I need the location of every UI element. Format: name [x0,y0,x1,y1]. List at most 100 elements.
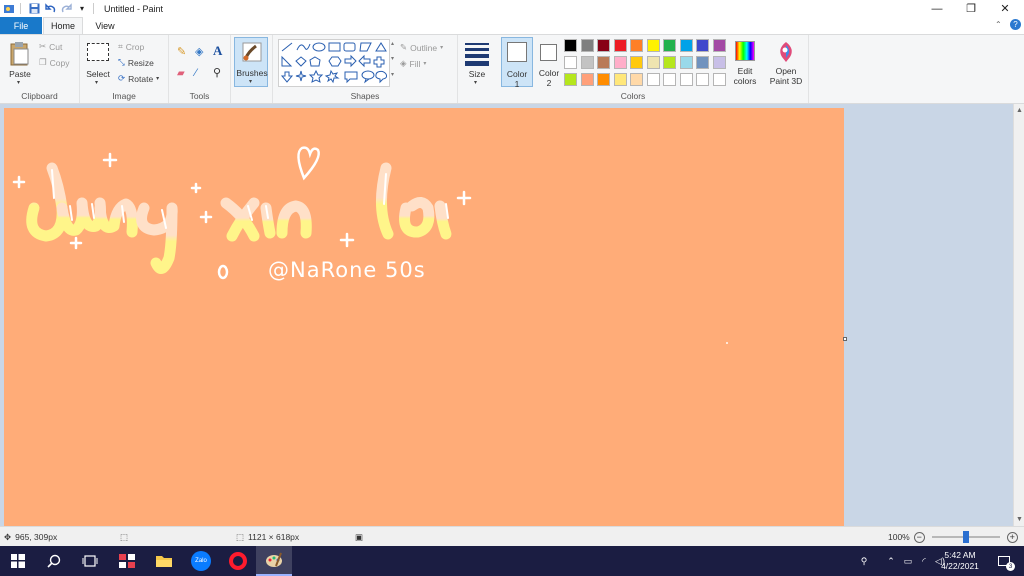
shapes-gallery[interactable] [278,39,390,87]
select-button[interactable]: Select ▾ [84,39,112,89]
color-swatch[interactable] [712,73,726,86]
rotate-button[interactable]: ⟳ Rotate ▾ [118,73,159,84]
cut-label: Cut [49,41,63,52]
color-swatch[interactable] [663,56,676,69]
ribbon-tabs: File Home View ⌃ ? [0,17,1024,34]
color-swatch[interactable] [597,73,610,86]
restore-button[interactable]: ❐ [954,0,988,17]
paste-button[interactable]: Paste ▾ [5,39,35,89]
outline-button[interactable]: ✎ Outline ▾ [400,42,443,53]
taskbar-opera[interactable] [220,546,256,576]
crop-icon: ⌗ [118,41,123,51]
outline-icon: ✎ [400,42,408,52]
zoom-in-button[interactable]: + [1006,531,1018,543]
color-swatch[interactable] [663,39,676,52]
help-button[interactable]: ? [1010,19,1021,30]
resize-button[interactable]: ⤡ Resize [118,57,154,68]
edit-colors-button[interactable]: Edit colors [732,39,758,89]
taskbar-paint[interactable] [256,546,292,576]
fill-dropdown-icon: ▾ [423,61,427,67]
pencil-icon[interactable]: ✎ [177,45,186,58]
customize-quick-access-icon[interactable]: ▾ [75,2,89,16]
color-swatch[interactable] [597,56,610,69]
crop-button[interactable]: ⌗ Crop [118,41,144,52]
battery-icon[interactable]: ▭ [900,546,916,576]
fill-bucket-icon[interactable]: ◈ [195,45,203,58]
color-swatch[interactable] [613,73,627,86]
taskbar-zalo[interactable]: Zalo [183,546,219,576]
save-icon[interactable] [27,2,41,16]
zoom-out-button[interactable]: − [913,531,925,543]
color-swatch[interactable] [580,56,594,69]
tab-file[interactable]: File [0,17,42,34]
canvas-resize-handle[interactable] [843,337,847,341]
signature-text: @NaRone 50s [268,258,426,282]
rainbow-icon [735,41,755,61]
close-button[interactable]: ✕ [988,0,1022,17]
windows-icon [11,554,25,568]
color-swatch[interactable] [646,73,660,86]
vertical-scrollbar[interactable]: ▲ ▼ [1013,104,1024,526]
shapes-more-icon[interactable]: ▾ [391,71,394,78]
color-swatch[interactable] [564,73,577,86]
zoom-slider[interactable] [931,531,1000,543]
color-swatch[interactable] [646,56,660,69]
search-button[interactable] [36,546,72,576]
clock[interactable]: 5:42 AM 4/22/2021 [935,546,985,576]
scroll-up-icon[interactable]: ▲ [1016,107,1023,114]
notifications-button[interactable]: 3 [990,546,1018,576]
color-swatch[interactable] [679,73,693,86]
color-swatch[interactable] [613,56,627,69]
color-picker-icon[interactable]: ⁄ [195,67,197,79]
tab-home[interactable]: Home [43,17,83,34]
paint-app-icon[interactable] [2,2,16,16]
color-swatch[interactable] [597,39,610,52]
taskbar-file-explorer[interactable] [146,546,182,576]
color-swatch[interactable] [630,73,643,86]
text-tool-icon[interactable]: A [213,43,222,59]
people-icon[interactable]: ⚲ [855,546,873,576]
magnifier-icon[interactable]: ⚲ [213,66,221,79]
color-swatch[interactable] [580,73,594,86]
collapse-ribbon-icon[interactable]: ⌃ [995,20,1002,29]
drawing-canvas[interactable]: @NaRone 50s [4,108,844,526]
shapes-scroll-up-icon[interactable]: ▴ [391,40,394,47]
eraser-icon[interactable]: ▰ [177,68,185,79]
tab-view[interactable]: View [88,17,122,34]
redo-icon[interactable] [59,2,73,16]
minimize-button[interactable]: — [920,0,954,17]
color-swatch[interactable] [630,39,643,52]
shapes-group: ▴ ▾ ▾ ✎ Outline ▾ ◈ Fill ▾ Shapes [273,35,458,103]
cut-button[interactable]: ✂ Cut [39,41,62,52]
color-swatch[interactable] [712,39,726,52]
fill-button[interactable]: ◈ Fill ▾ [400,58,426,69]
start-button[interactable] [0,546,36,576]
undo-icon[interactable] [43,2,57,16]
color-swatch[interactable] [580,39,594,52]
color-swatch[interactable] [712,56,726,69]
workspace: @NaRone 50s [0,104,1013,526]
color-swatch[interactable] [564,56,577,69]
shapes-scroll-down-icon[interactable]: ▾ [391,55,394,62]
color-swatch[interactable] [564,39,577,52]
copy-icon: ❐ [39,57,47,67]
show-hidden-icons-icon[interactable]: ⌃ [884,546,898,576]
color-swatch[interactable] [646,39,660,52]
color-swatch[interactable] [696,56,709,69]
color-swatch[interactable] [613,39,627,52]
color-swatch[interactable] [679,56,693,69]
zalo-icon: Zalo [191,551,211,571]
color-swatch[interactable] [696,39,709,52]
color-swatch[interactable] [679,39,693,52]
task-view-button[interactable] [72,546,108,576]
zoom-slider-thumb[interactable] [962,531,969,543]
color-swatch[interactable] [696,73,709,86]
wifi-icon[interactable]: ◜ [916,546,932,576]
color-swatch[interactable] [630,56,643,69]
copy-button[interactable]: ❐ Copy [39,57,69,68]
scroll-down-icon[interactable]: ▼ [1016,516,1023,523]
brushes-button[interactable]: Brushes ▾ [234,37,268,87]
open-paint3d-button[interactable]: Open Paint 3D [766,39,806,89]
taskbar-photos-app[interactable] [109,546,145,576]
color-swatch[interactable] [663,73,676,86]
